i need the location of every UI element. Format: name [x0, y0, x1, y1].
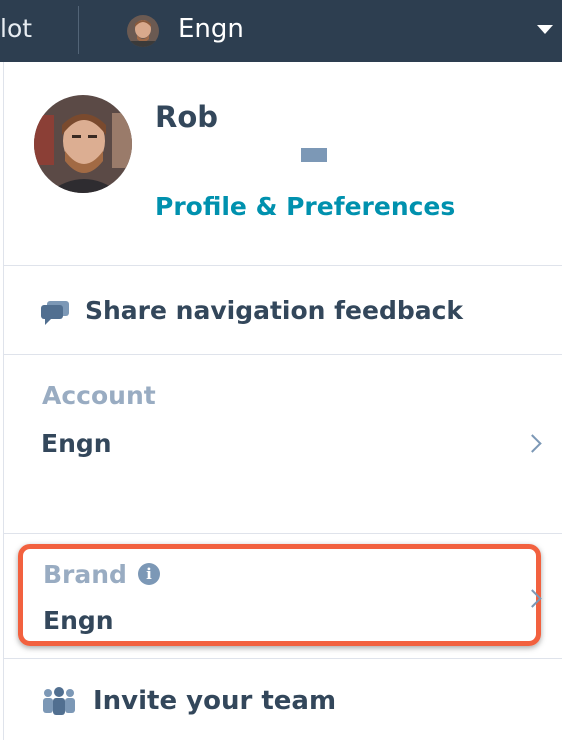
nav-divider: [78, 6, 79, 54]
account-menu-name[interactable]: Engn: [178, 14, 244, 44]
avatar-photo: [127, 15, 159, 47]
profile-preferences-link[interactable]: Profile & Preferences: [155, 192, 455, 221]
account-title: Account: [42, 381, 156, 410]
account-value: Engn: [41, 429, 112, 458]
user-name: Rob: [155, 100, 219, 134]
caret-down-icon[interactable]: [537, 25, 553, 34]
team-icon: [43, 687, 75, 715]
invite-team-item[interactable]: Invite your team: [4, 659, 562, 740]
share-feedback-label: Share navigation feedback: [85, 296, 464, 325]
chat-bubble-icon: [41, 301, 69, 325]
brand-title: Brand: [43, 560, 127, 589]
avatar[interactable]: [127, 15, 159, 47]
invite-team-label: Invite your team: [93, 686, 337, 716]
brand-item[interactable]: Brand i Engn: [4, 534, 562, 658]
chevron-right-icon: [523, 434, 542, 453]
account-item[interactable]: Account Engn: [4, 355, 562, 533]
brand-value: Engn: [43, 606, 114, 635]
profile-photo: [34, 95, 132, 193]
top-navigation-bar: lot Engn: [0, 0, 562, 62]
account-dropdown-panel: Rob Profile & Preferences Share navigati…: [3, 62, 562, 740]
share-feedback-item[interactable]: Share navigation feedback: [4, 266, 562, 354]
nav-item-truncated[interactable]: lot: [0, 14, 32, 43]
info-icon[interactable]: i: [138, 563, 160, 585]
avatar: [34, 95, 132, 193]
redacted-email: [301, 148, 327, 162]
